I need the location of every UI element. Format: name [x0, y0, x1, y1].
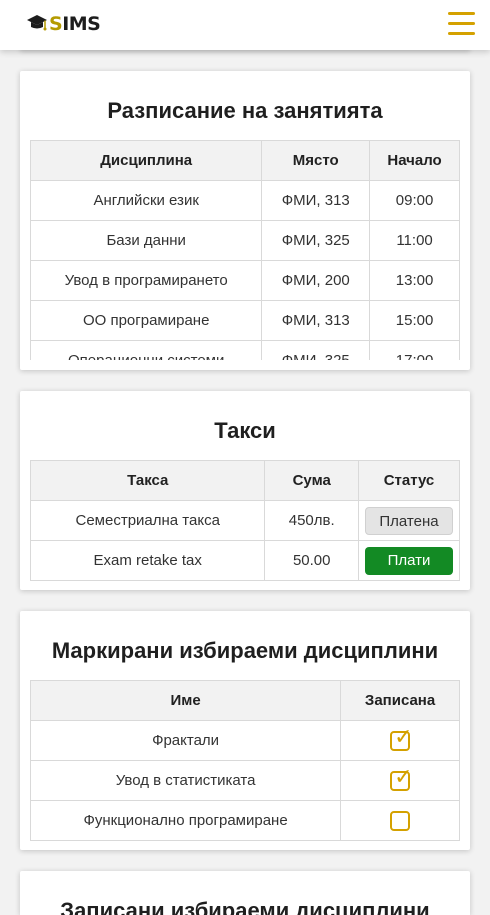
fee-status-cell: Плати: [357, 540, 460, 581]
table-header-row: Такса Сума Статус: [30, 460, 460, 501]
enrolled-checkbox[interactable]: ✓: [390, 766, 413, 791]
enrolled-checkbox[interactable]: [390, 810, 411, 831]
course-location: ФМИ, 200: [261, 260, 371, 301]
course-start: 09:00: [369, 180, 460, 221]
course-start: 15:00: [369, 300, 460, 341]
fee-status-cell: Платена: [357, 500, 460, 541]
elective-name: Функционално програмиране: [30, 800, 342, 841]
checkmark-icon: ✓: [394, 724, 413, 750]
fees-card: Такси Такса Сума Статус Семестриална так…: [20, 391, 470, 590]
fee-amount: 450лв.: [264, 500, 359, 541]
column-header: Такса: [30, 460, 266, 501]
course-location: ФМИ, 325: [261, 220, 371, 261]
logo-text: SIMS: [49, 13, 101, 35]
column-header: Сума: [264, 460, 359, 501]
enrolled-cell: [340, 800, 460, 841]
navbar: SIMS: [0, 0, 490, 50]
elective-name: Увод в статистиката: [30, 760, 342, 801]
fee-name: Exam retake tax: [30, 540, 266, 581]
enrolled-cell: ✓: [340, 760, 460, 801]
fees-table-wrapper: Такса Сума Статус Семестриална такса 450…: [30, 460, 460, 581]
fees-table: Такса Сума Статус Семестриална такса 450…: [30, 460, 460, 581]
elective-name: Фрактали: [30, 720, 342, 761]
course-name: ОО програмиране: [30, 300, 263, 341]
hamburger-bar: [448, 12, 475, 15]
schedule-table-wrapper[interactable]: Дисциплина Място Начало Английски език Ф…: [30, 140, 460, 360]
fees-title: Такси: [214, 418, 276, 443]
column-header: Дисциплина: [30, 140, 263, 181]
table-row: ОО програмиране ФМИ, 313 15:00: [30, 300, 460, 341]
logo-text-first: S: [49, 13, 63, 35]
schedule-card: Разписание на занятията Дисциплина Място…: [20, 71, 470, 370]
marked-electives-title: Маркирани избираеми дисциплини: [51, 638, 439, 663]
course-start: 11:00: [369, 220, 460, 261]
table-row: Бази данни ФМИ, 325 11:00: [30, 220, 460, 261]
table-row: Exam retake tax 50.00 Плати: [30, 540, 460, 581]
hamburger-bar: [448, 22, 475, 25]
paid-status-badge: Платена: [364, 506, 453, 535]
electives-table: Име Записана Фрактали ✓ Увод в статистик…: [30, 680, 460, 841]
course-start: 13:00: [369, 260, 460, 301]
graduation-cap-icon: [27, 15, 47, 31]
course-location: ФМИ, 313: [261, 300, 371, 341]
fee-amount: 50.00: [264, 540, 359, 581]
pay-button[interactable]: Плати: [364, 546, 453, 575]
hamburger-menu-icon[interactable]: [448, 12, 475, 36]
table-row: Увод в статистиката ✓: [30, 760, 460, 801]
enrolled-checkbox[interactable]: ✓: [390, 726, 413, 751]
enrolled-electives-card: Записани избираеми дисциплини: [20, 871, 470, 915]
column-header: Статус: [357, 460, 460, 501]
hamburger-bar: [448, 32, 475, 35]
column-header: Записана: [340, 680, 460, 721]
course-start: 17:00: [369, 340, 460, 360]
electives-table-wrapper: Име Записана Фрактали ✓ Увод в статистик…: [30, 680, 460, 841]
table-row: Семестриална такса 450лв. Платена: [30, 500, 460, 541]
table-row: Увод в програмирането ФМИ, 200 13:00: [30, 260, 460, 301]
fee-name: Семестриална такса: [30, 500, 266, 541]
column-header: Име: [30, 680, 342, 721]
logo[interactable]: SIMS: [27, 11, 101, 37]
course-location: ФМИ, 313: [261, 180, 371, 221]
course-location: ФМИ, 325: [261, 340, 371, 360]
table-row: Операционни системи ФМИ, 325 17:00: [30, 340, 460, 360]
course-name: Английски език: [30, 180, 263, 221]
table-row: Английски език ФМИ, 313 09:00: [30, 180, 460, 221]
logo-text-rest: IMS: [62, 13, 101, 35]
course-name: Увод в програмирането: [30, 260, 263, 301]
table-row: Фрактали ✓: [30, 720, 460, 761]
checkmark-icon: ✓: [394, 764, 413, 790]
course-name: Операционни системи: [30, 340, 263, 360]
schedule-title: Разписание на занятията: [107, 98, 383, 123]
column-header: Начало: [369, 140, 460, 181]
enrolled-electives-title: Записани избираеми дисциплини: [60, 898, 430, 915]
column-header: Място: [261, 140, 371, 181]
table-row: Функционално програмиране: [30, 800, 460, 841]
table-header-row: Име Записана: [30, 680, 460, 721]
table-header-row: Дисциплина Място Начало: [30, 140, 460, 181]
schedule-table: Дисциплина Място Начало Английски език Ф…: [30, 140, 460, 360]
marked-electives-card: Маркирани избираеми дисциплини Име Запис…: [20, 611, 470, 850]
course-name: Бази данни: [30, 220, 263, 261]
enrolled-cell: ✓: [340, 720, 460, 761]
